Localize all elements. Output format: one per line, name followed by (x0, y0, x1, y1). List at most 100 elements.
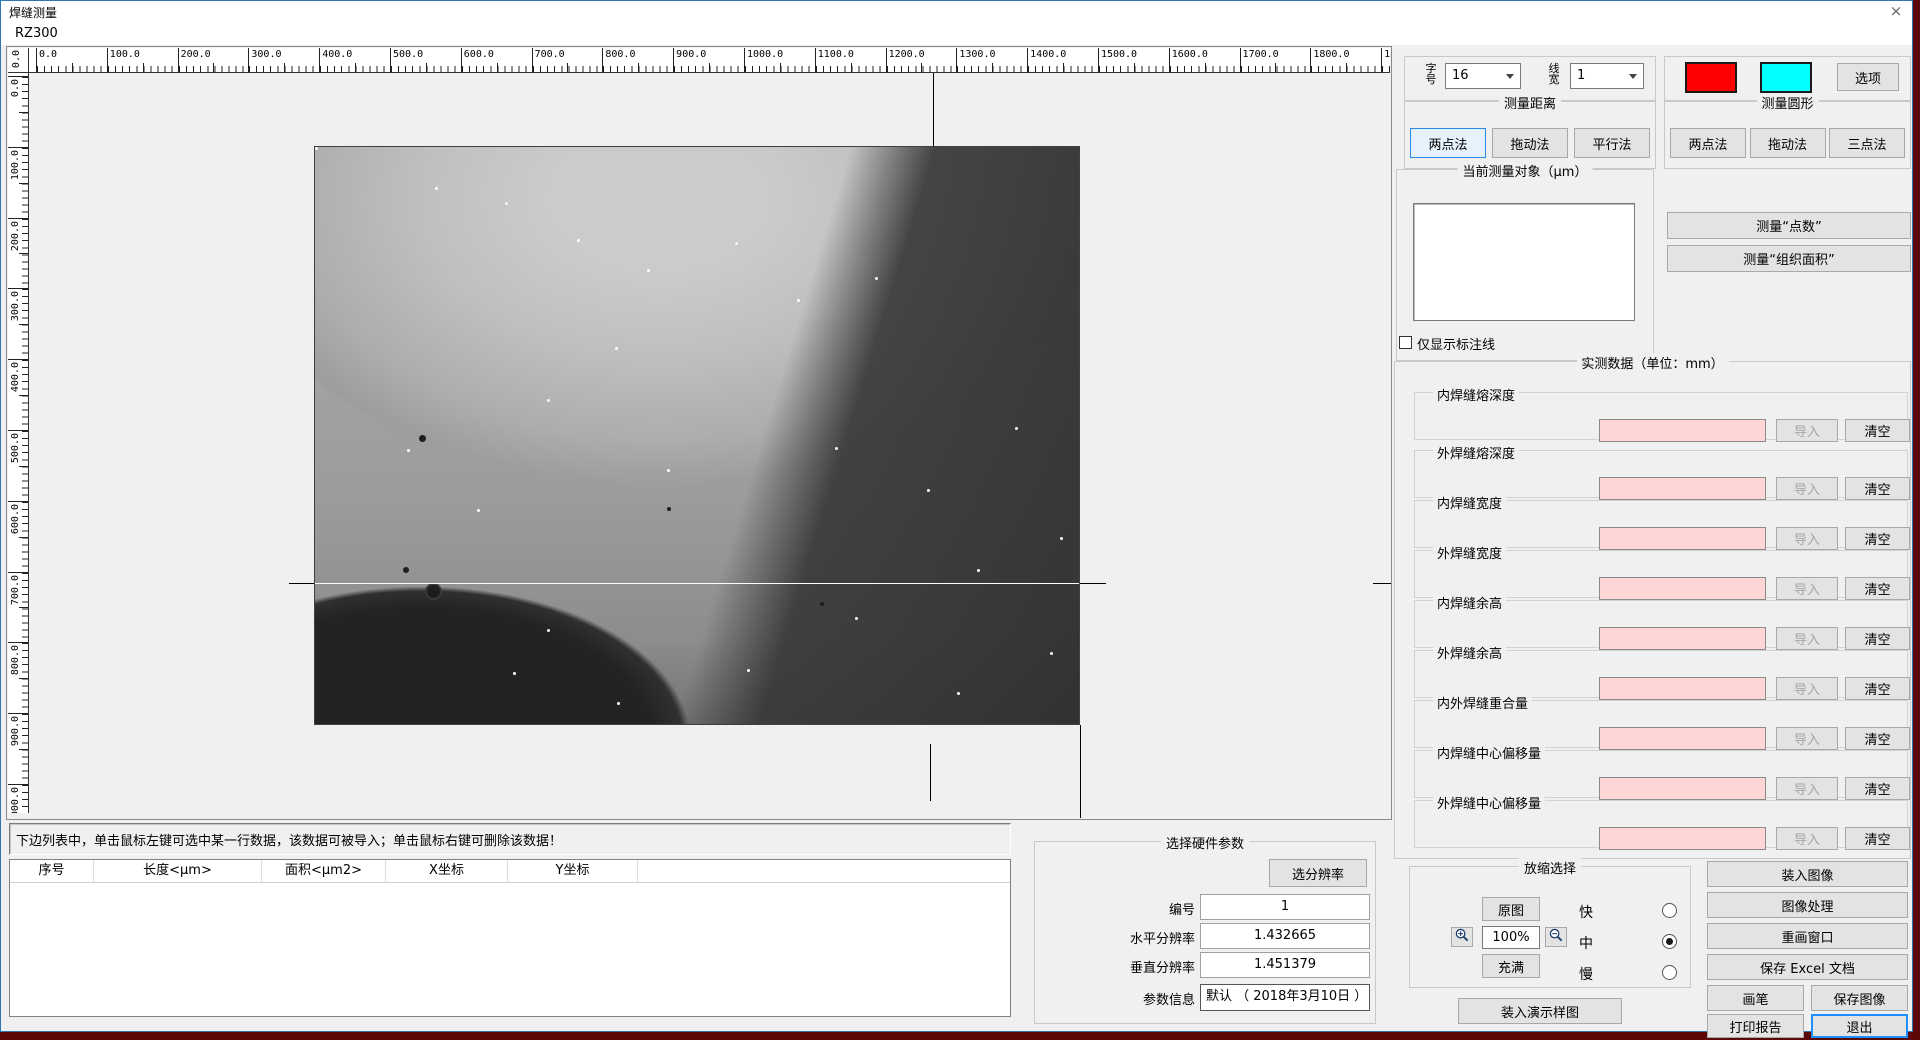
speed-radio[interactable] (1662, 965, 1677, 980)
table-column-header[interactable]: 序号 (10, 860, 94, 882)
window-title: 焊缝测量 (9, 4, 57, 21)
speed-radio[interactable] (1662, 934, 1677, 949)
current-object-title: 当前测量对象（μm） (1458, 161, 1593, 180)
h-ruler-tick: 400.0 (319, 48, 390, 72)
clear-button[interactable]: 清空 (1845, 419, 1910, 442)
circle-method-button[interactable]: 三点法 (1829, 128, 1905, 158)
exit-button[interactable]: 退出 (1811, 1014, 1908, 1038)
fill-color-swatch[interactable] (1760, 62, 1812, 93)
clear-button[interactable]: 清空 (1845, 477, 1910, 500)
redraw-window-button[interactable]: 重画窗口 (1707, 923, 1908, 949)
measurement-line-right-segment (1080, 583, 1106, 584)
import-button[interactable]: 导入 (1776, 827, 1838, 850)
pen-button[interactable]: 画笔 (1707, 985, 1804, 1011)
import-button[interactable]: 导入 (1776, 677, 1838, 700)
measured-value-input[interactable] (1599, 627, 1766, 650)
hardware-row-value[interactable]: 默认 （ 2018年3月10日 ） (1200, 984, 1370, 1011)
measured-value-input[interactable] (1599, 677, 1766, 700)
image-process-button[interactable]: 图像处理 (1707, 892, 1908, 918)
circle-method-button[interactable]: 拖动法 (1750, 128, 1826, 158)
table-column-header[interactable]: X坐标 (386, 860, 508, 882)
speed-option-row: 快 (1410, 902, 1690, 920)
distance-method-button[interactable]: 平行法 (1574, 128, 1650, 158)
show-annotation-lines-checkbox[interactable] (1399, 336, 1412, 349)
import-button[interactable]: 导入 (1776, 777, 1838, 800)
measurement-line-dash (1373, 583, 1391, 584)
current-object-listbox[interactable] (1413, 203, 1635, 321)
line-width-select[interactable]: 1 (1570, 63, 1644, 89)
weld-specimen-image[interactable] (314, 146, 1080, 725)
import-button[interactable]: 导入 (1776, 577, 1838, 600)
clear-button[interactable]: 清空 (1845, 627, 1910, 650)
h-ruler-tick: 1500.0 (1098, 48, 1169, 72)
distance-method-button[interactable]: 两点法 (1410, 128, 1486, 158)
save-image-button[interactable]: 保存图像 (1811, 985, 1908, 1011)
measurement-line-horizontal (315, 583, 1079, 584)
measured-value-input[interactable] (1599, 477, 1766, 500)
table-column-header[interactable]: 面积<μm2> (262, 860, 386, 882)
h-ruler-tick: 1900.0 (1381, 48, 1390, 72)
h-ruler-tick: 200.0 (178, 48, 249, 72)
hardware-row-value[interactable]: 1 (1200, 894, 1370, 920)
font-size-label: 字号 (1425, 63, 1437, 85)
chevron-down-icon (1629, 74, 1637, 83)
clear-button[interactable]: 清空 (1845, 827, 1910, 850)
hardware-row-value[interactable]: 1.432665 (1200, 923, 1370, 949)
measured-value-input[interactable] (1599, 827, 1766, 850)
clear-button[interactable]: 清空 (1845, 727, 1910, 750)
results-table[interactable]: 序号 长度<μm> 面积<μm2> X坐标 Y坐标 (9, 859, 1011, 1017)
import-button[interactable]: 导入 (1776, 527, 1838, 550)
options-button[interactable]: 选项 (1837, 63, 1899, 91)
clear-button[interactable]: 清空 (1845, 677, 1910, 700)
circle-method-button[interactable]: 两点法 (1670, 128, 1746, 158)
import-button[interactable]: 导入 (1776, 627, 1838, 650)
save-excel-button[interactable]: 保存 Excel 文档 (1707, 954, 1908, 980)
print-report-button[interactable]: 打印报告 (1707, 1014, 1804, 1038)
measured-field-label: 外焊缝宽度 (1433, 543, 1506, 562)
table-column-header[interactable]: Y坐标 (508, 860, 638, 882)
measure-points-button[interactable]: 测量“点数” (1667, 212, 1911, 239)
measured-field-row: 内焊缝中心偏移量 导入 清空 (1414, 750, 1908, 798)
measured-value-input[interactable] (1599, 777, 1766, 800)
v-ruler-tick: 200.0 (8, 218, 28, 289)
menu-item-rz300[interactable]: RZ300 (11, 25, 62, 42)
measure-distance-title: 测量距离 (1499, 93, 1561, 112)
measure-area-button[interactable]: 测量“组织面积” (1667, 245, 1911, 272)
table-column-header[interactable]: 长度<μm> (94, 860, 262, 882)
title-bar: 焊缝测量 × (1, 1, 1912, 23)
h-ruler-tick: 300.0 (248, 48, 319, 72)
h-ruler-tick: 1600.0 (1169, 48, 1240, 72)
chevron-down-icon (1506, 74, 1514, 83)
v-ruler-tick: 0.0 (8, 76, 28, 147)
measured-value-input[interactable] (1599, 727, 1766, 750)
hardware-row-label: 水平分辨率 (1035, 928, 1195, 947)
pore-spot (427, 585, 440, 598)
load-image-button[interactable]: 装入图像 (1707, 861, 1908, 887)
v-ruler-tick: 1000.0 (8, 784, 28, 813)
app-window: 焊缝测量 × RZ300 0.0 0.0 100.0 200.0 300.0 (0, 0, 1913, 1032)
font-size-value: 16 (1452, 68, 1469, 83)
distance-method-button[interactable]: 拖动法 (1492, 128, 1568, 158)
import-button[interactable]: 导入 (1776, 477, 1838, 500)
choose-resolution-button[interactable]: 选分辨率 (1269, 859, 1367, 887)
measured-field-label: 内焊缝宽度 (1433, 493, 1506, 512)
hardware-row-value[interactable]: 1.451379 (1200, 952, 1370, 978)
font-size-select[interactable]: 16 (1445, 63, 1521, 89)
import-button[interactable]: 导入 (1776, 419, 1838, 442)
clear-button[interactable]: 清空 (1845, 577, 1910, 600)
load-demo-button[interactable]: 装入演示样图 (1458, 998, 1622, 1024)
speed-radio[interactable] (1662, 903, 1677, 918)
measure-circle-title: 测量圆形 (1756, 93, 1818, 112)
measured-field-row: 外焊缝中心偏移量 导入 清空 (1414, 800, 1908, 848)
clear-button[interactable]: 清空 (1845, 777, 1910, 800)
clear-button[interactable]: 清空 (1845, 527, 1910, 550)
line-color-swatch[interactable] (1685, 62, 1737, 93)
measured-value-input[interactable] (1599, 419, 1766, 442)
close-icon[interactable]: × (1886, 2, 1906, 20)
measure-circle-group: 测量圆形 两点法 拖动法 三点法 (1664, 101, 1911, 169)
v-ruler-tick: 800.0 (8, 642, 28, 713)
measured-value-input[interactable] (1599, 577, 1766, 600)
measured-field-row: 外焊缝熔深度 导入 清空 (1414, 450, 1908, 498)
measured-value-input[interactable] (1599, 527, 1766, 550)
import-button[interactable]: 导入 (1776, 727, 1838, 750)
